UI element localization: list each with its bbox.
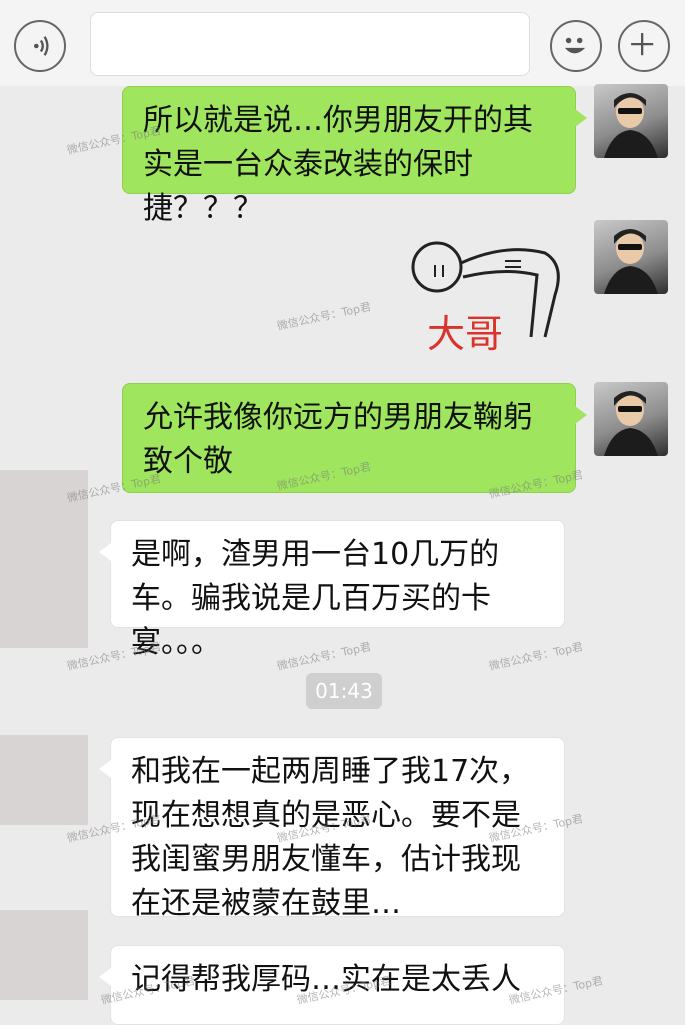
message-text: 和我在一起两周睡了我17次，现在想想真的是恶心。要不是我闺蜜男朋友懂车，估计我现…	[131, 754, 530, 921]
user-avatar[interactable]	[594, 220, 668, 294]
message-text: 所以就是说…你男朋友开的其实是一台众泰改装的保时捷？？？	[143, 103, 533, 226]
smiley-icon	[564, 37, 586, 54]
contact-avatar-redacted[interactable]	[0, 910, 88, 1000]
voice-icon	[34, 36, 49, 56]
outgoing-message-bubble[interactable]: 所以就是说…你男朋友开的其实是一台众泰改装的保时捷？？？	[122, 86, 587, 226]
watermark: 微信公众号：Top君	[275, 300, 372, 333]
time-stamp: 01:43	[306, 673, 382, 709]
user-avatar[interactable]	[594, 382, 668, 456]
user-avatar[interactable]	[594, 84, 668, 158]
contact-avatar-redacted[interactable]	[0, 735, 88, 825]
sticker-caption: 大哥	[427, 312, 504, 356]
message-text: 是啊，渣男用一台10几万的车。骗我说是几百万买的卡宴。。。	[131, 537, 500, 660]
watermark: 微信公众号：Top君	[487, 640, 584, 673]
contact-avatar-redacted[interactable]	[0, 560, 88, 648]
plus-icon	[631, 33, 654, 56]
bowing-sticker[interactable]: 大哥	[405, 225, 570, 356]
emoji-button[interactable]	[550, 20, 602, 72]
incoming-message-bubble[interactable]: 是啊，渣男用一台10几万的车。骗我说是几百万买的卡宴。。。	[99, 520, 565, 660]
input-toolbar	[0, 0, 685, 86]
voice-input-button[interactable]	[14, 20, 66, 72]
more-actions-button[interactable]	[618, 20, 670, 72]
message-text-field[interactable]	[90, 12, 530, 76]
watermark: 微信公众号：Top君	[275, 640, 372, 673]
